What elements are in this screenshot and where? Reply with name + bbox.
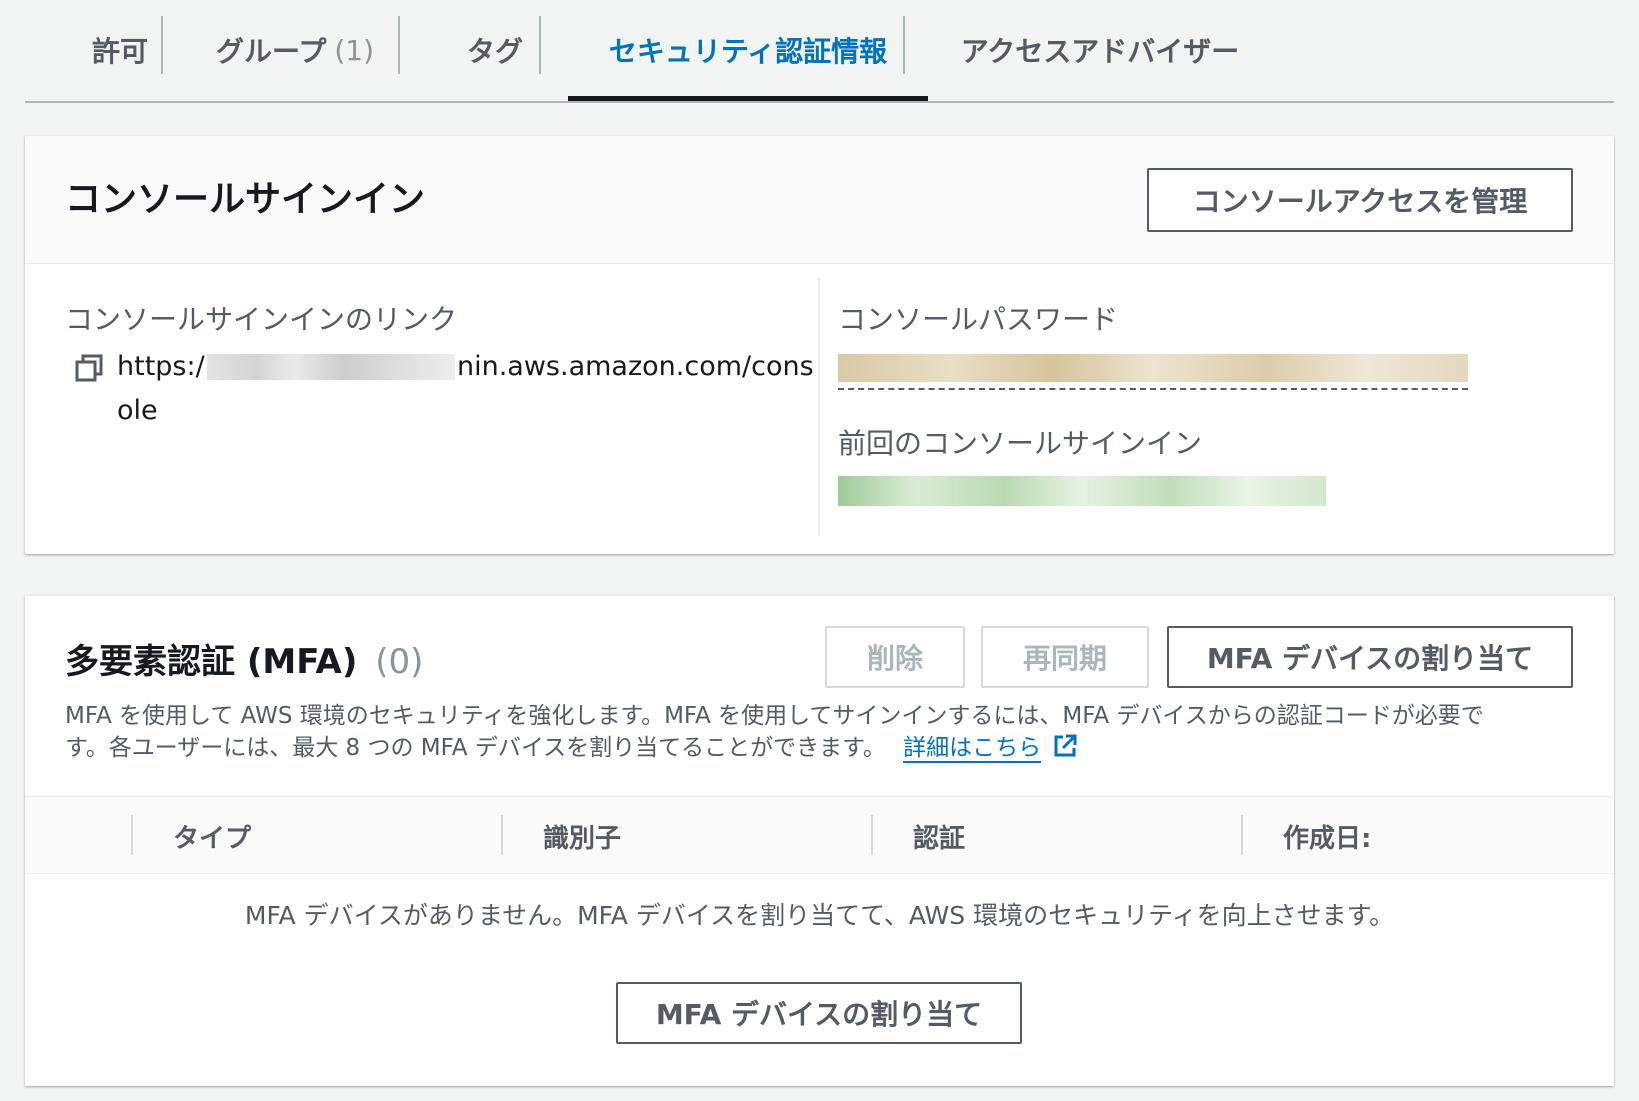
mfa-title-wrap: 多要素認証 (MFA) (0) xyxy=(65,634,423,683)
signin-link-prefix[interactable]: https:/ xyxy=(117,346,205,388)
signin-link-wrap[interactable]: ole xyxy=(117,390,158,432)
column-divider xyxy=(818,278,820,536)
console-signin-panel: コンソールサインイン コンソールアクセスを管理 コンソールサインインのリンク h… xyxy=(25,136,1614,554)
tab-count: (1) xyxy=(334,33,374,67)
console-signin-header: コンソールサインイン コンソールアクセスを管理 xyxy=(25,136,1614,264)
mfa-description-line2-wrap: す。各ユーザーには、最大 8 つの MFA デバイスを割り当てることができます。… xyxy=(65,732,1565,764)
active-tab-indicator xyxy=(568,96,928,101)
tab-separator xyxy=(539,16,541,74)
password-underline xyxy=(838,388,1468,390)
copy-icon[interactable] xyxy=(75,354,103,382)
tab-access-advisor[interactable]: アクセスアドバイザー xyxy=(935,0,1265,100)
redacted-last-signin xyxy=(838,476,1326,506)
tab-tags[interactable]: タグ xyxy=(425,0,565,100)
mfa-panel: 多要素認証 (MFA) (0) 削除 再同期 MFA デバイスの割り当て MFA… xyxy=(25,596,1614,1086)
column-separator xyxy=(871,815,873,855)
column-separator xyxy=(131,815,133,855)
last-signin-label: 前回のコンソールサインイン xyxy=(838,427,1203,460)
redacted-account-id xyxy=(207,354,455,380)
mfa-description: MFA を使用して AWS 環境のセキュリティを強化します。MFA を使用してサ… xyxy=(65,700,1565,764)
learn-more-link[interactable]: 詳細はこちら xyxy=(903,735,1042,763)
column-identifier[interactable]: 識別子 xyxy=(543,797,621,875)
mfa-empty-message: MFA デバイスがありません。MFA デバイスを割り当てて、AWS 環境のセキュ… xyxy=(244,901,1395,930)
external-link-icon[interactable] xyxy=(1052,733,1078,759)
signin-link-label: コンソールサインインのリンク xyxy=(65,303,458,336)
column-separator xyxy=(1241,815,1243,855)
column-separator xyxy=(501,815,503,855)
empty-assign-mfa-device-button[interactable]: MFA デバイスの割り当て xyxy=(616,982,1022,1044)
delete-button[interactable]: 削除 xyxy=(825,626,965,688)
tab-separator xyxy=(903,16,905,74)
tab-groups[interactable]: グループ (1) xyxy=(195,0,395,100)
column-type[interactable]: タイプ xyxy=(173,797,251,875)
tab-separator xyxy=(161,16,163,74)
column-certification[interactable]: 認証 xyxy=(913,797,965,875)
mfa-title: 多要素認証 (MFA) xyxy=(65,642,358,682)
tab-permissions[interactable]: 許可 xyxy=(65,0,175,100)
resync-button[interactable]: 再同期 xyxy=(981,626,1149,688)
column-created-date[interactable]: 作成日: xyxy=(1283,797,1371,875)
mfa-description-line2: す。各ユーザーには、最大 8 つの MFA デバイスを割り当てることができます。 xyxy=(65,735,886,761)
console-signin-title: コンソールサインイン xyxy=(65,179,426,220)
tab-label: タグ xyxy=(466,35,523,68)
iam-user-page: 許可 グループ (1) タグ セキュリティ認証情報 アクセスアドバイザー コンソ… xyxy=(0,0,1639,1101)
signin-link-suffix[interactable]: nin.aws.amazon.com/cons xyxy=(457,346,814,388)
tab-separator xyxy=(398,16,400,74)
tab-security-credentials[interactable]: セキュリティ認証情報 xyxy=(568,0,928,100)
assign-mfa-device-button[interactable]: MFA デバイスの割り当て xyxy=(1167,626,1573,688)
tab-label: アクセスアドバイザー xyxy=(960,35,1240,68)
tab-bar: 許可 グループ (1) タグ セキュリティ認証情報 アクセスアドバイザー xyxy=(25,0,1614,103)
mfa-table-header: タイプ 識別子 認証 作成日: xyxy=(25,796,1614,874)
tab-label: セキュリティ認証情報 xyxy=(608,35,888,68)
tab-label: 許可 xyxy=(91,35,148,68)
console-password-label: コンソールパスワード xyxy=(838,303,1119,336)
mfa-count: (0) xyxy=(375,642,424,682)
mfa-description-line1: MFA を使用して AWS 環境のセキュリティを強化します。MFA を使用してサ… xyxy=(65,703,1484,729)
redacted-password-info xyxy=(838,354,1468,382)
manage-console-access-button[interactable]: コンソールアクセスを管理 xyxy=(1147,168,1573,232)
tab-label: グループ xyxy=(216,35,327,68)
